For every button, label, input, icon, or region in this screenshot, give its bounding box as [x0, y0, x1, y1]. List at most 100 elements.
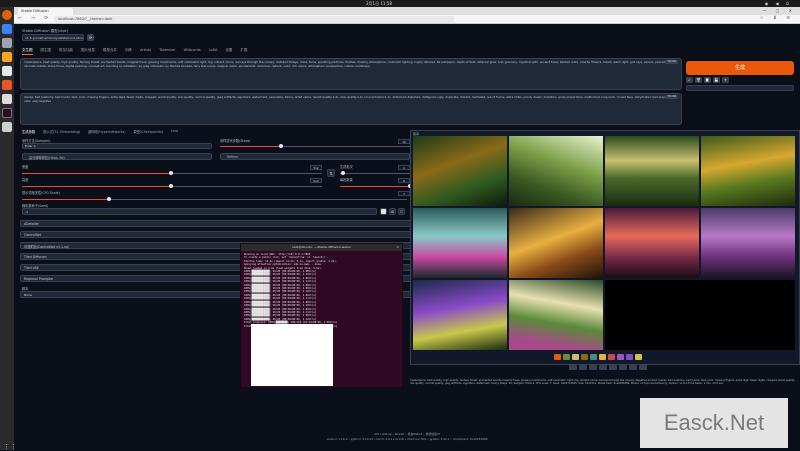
controlnet-accordion[interactable]: ControlNet◀: [20, 231, 420, 238]
tab-txt2img[interactable]: 文生图: [22, 48, 33, 55]
gallery-image-6[interactable]: [509, 208, 603, 278]
thumbnail[interactable]: [563, 354, 570, 360]
gallery-image-9[interactable]: [413, 280, 507, 350]
refresh-icon[interactable]: ⟳: [87, 34, 94, 41]
cfg-slider[interactable]: [22, 197, 407, 201]
browser-window: Stable Diffusion — ▢ ✕ ← → ⟳ localhost:7…: [14, 7, 800, 450]
browser-tab[interactable]: Stable Diffusion: [18, 8, 73, 15]
subtab-generation[interactable]: 生成参数: [22, 129, 35, 134]
toolbar-icons[interactable]: ☆ ⬇ ≡: [760, 16, 794, 21]
folder-icon[interactable]: [569, 364, 577, 370]
height-input[interactable]: 512: [310, 178, 322, 183]
steps-input[interactable]: 20: [398, 139, 410, 144]
tab-artists[interactable]: Artists: [140, 48, 151, 55]
software-icon[interactable]: [2, 80, 12, 90]
extra-seed-icon[interactable]: ☐: [398, 208, 405, 215]
width-slider[interactable]: [22, 171, 322, 175]
batch-size-input[interactable]: 8: [398, 178, 410, 183]
thumbnail[interactable]: [617, 354, 624, 360]
save-style-icon[interactable]: 💾: [713, 77, 720, 83]
sampler-select[interactable]: Euler a: [22, 143, 212, 149]
tab-settings[interactable]: 设置: [225, 48, 232, 55]
system-tray[interactable]: ◉ ◀ ⏻: [765, 1, 792, 6]
disk-icon[interactable]: [2, 122, 12, 132]
send-img2img-icon[interactable]: [599, 364, 607, 370]
send-controlnet-icon[interactable]: [629, 364, 637, 370]
adetailer-accordion[interactable]: ADetailer◀: [20, 220, 420, 227]
nav-buttons[interactable]: ← → ⟳: [18, 16, 52, 21]
tab-png-info[interactable]: 图片信息: [81, 48, 95, 55]
address-input[interactable]: localhost:7860/?__theme=dark: [54, 16, 454, 23]
send-extras-icon[interactable]: [619, 364, 627, 370]
random-seed-icon[interactable]: [380, 208, 387, 215]
gallery-image-4[interactable]: [701, 136, 795, 206]
thumbnail[interactable]: [581, 354, 588, 360]
tab-tokenizer[interactable]: Tokenizer: [159, 48, 175, 55]
gallery-image-8[interactable]: [701, 208, 795, 278]
writer-icon[interactable]: [2, 66, 12, 76]
gallery-image-7[interactable]: [605, 208, 699, 278]
rhythmbox-icon[interactable]: [2, 52, 12, 62]
terminal-app-icon[interactable]: [2, 108, 12, 118]
batch-count-slider[interactable]: [340, 171, 410, 175]
thumbnail-selected[interactable]: [554, 354, 561, 360]
files-icon[interactable]: [2, 38, 12, 48]
firefox-icon[interactable]: [2, 10, 12, 20]
height-label: 高度: [22, 178, 29, 182]
clipboard-icon[interactable]: 📋: [704, 77, 711, 83]
height-slider[interactable]: [22, 184, 322, 188]
swap-dimensions-icon[interactable]: ⇅: [327, 169, 335, 177]
thumbnail[interactable]: [635, 354, 642, 360]
negative-prompt-input[interactable]: lowres, bad anatomy, bad hands, text, er…: [20, 93, 682, 125]
hires-fix-accordion[interactable]: 高分辨率修复(Hires. fix): [22, 153, 212, 160]
tab-img2img[interactable]: 图生图: [41, 48, 52, 55]
tab-merge[interactable]: 模型合并: [103, 48, 117, 55]
batch-count-input[interactable]: 1: [398, 165, 410, 170]
upscale-icon[interactable]: [639, 364, 647, 370]
width-input[interactable]: 512: [310, 165, 322, 170]
save-icon[interactable]: [579, 364, 587, 370]
cfg-input[interactable]: 7: [398, 191, 410, 196]
window-controls[interactable]: — ▢ ✕: [762, 8, 796, 13]
reuse-seed-icon[interactable]: ♻: [389, 208, 396, 215]
subtab-embedding[interactable]: 嵌入式(T.I. Embedding): [43, 129, 80, 134]
thumbnail[interactable]: [608, 354, 615, 360]
read-params-icon[interactable]: ↙: [686, 77, 693, 83]
tab-extensions[interactable]: 扩展: [240, 48, 247, 55]
chevron-down-icon[interactable]: ▾: [722, 77, 729, 83]
subtab-hypernetworks[interactable]: 超网络(Hypernetworks): [88, 129, 125, 134]
gallery-image-5[interactable]: [413, 208, 507, 278]
tab-train[interactable]: 训练: [125, 48, 132, 55]
steps-slider[interactable]: [220, 144, 410, 148]
batch-size-slider[interactable]: [340, 184, 412, 188]
zip-icon[interactable]: [589, 364, 597, 370]
thumbnail[interactable]: [572, 354, 579, 360]
styles-select[interactable]: [686, 85, 794, 91]
help-icon[interactable]: [2, 94, 12, 104]
thumbnail[interactable]: [626, 354, 633, 360]
close-icon[interactable]: ✕: [396, 244, 399, 251]
gallery-image-1[interactable]: [413, 136, 507, 206]
tab-extras[interactable]: 附加功能: [59, 48, 73, 55]
thumbnail[interactable]: [590, 354, 597, 360]
gallery-image-2[interactable]: [509, 136, 603, 206]
subtab-lora[interactable]: Lora: [171, 129, 178, 134]
tab-lora[interactable]: LoRA: [209, 48, 218, 55]
tab-wildcards[interactable]: Wildcards: [184, 48, 201, 55]
steps-label: 采样迭代步数(Steps): [220, 139, 251, 143]
gallery-image-3[interactable]: [605, 136, 699, 206]
terminal-window[interactable]: test@Ubuntu: ~/stable-diffusion-webui ✕ …: [240, 243, 403, 388]
generate-button[interactable]: 生成: [686, 61, 794, 75]
refiner-accordion[interactable]: Refiner: [220, 153, 410, 160]
send-inpaint-icon[interactable]: [609, 364, 617, 370]
thumbnail[interactable]: [599, 354, 606, 360]
trash-icon[interactable]: 🗑: [695, 77, 702, 83]
seed-input[interactable]: -1: [22, 208, 377, 215]
width-label: 宽度: [22, 165, 29, 169]
thunderbird-icon[interactable]: [2, 24, 12, 34]
terminal-titlebar[interactable]: test@Ubuntu: ~/stable-diffusion-webui ✕: [241, 244, 402, 251]
gallery-image-10[interactable]: [509, 280, 603, 350]
subtab-checkpoints[interactable]: 模型(Checkpoints): [134, 129, 163, 134]
checkpoint-select[interactable]: v1-5-pruned-emaonly.safetensors [6ce0161…: [22, 34, 84, 41]
prompt-input[interactable]: masterpiece, best quality, high quality,…: [20, 58, 682, 90]
